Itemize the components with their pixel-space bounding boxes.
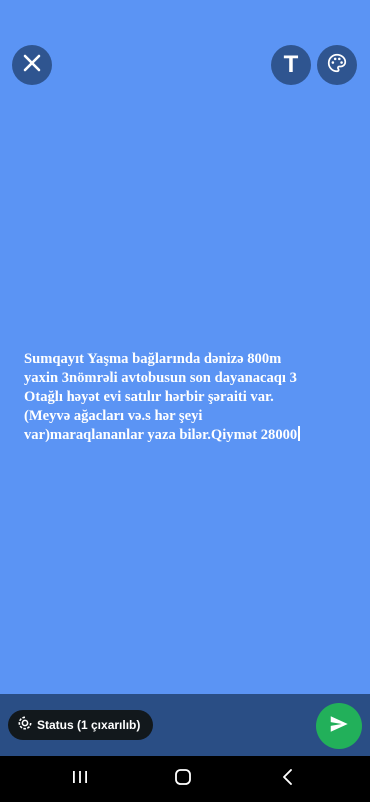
recents-button[interactable]: [68, 767, 92, 791]
home-icon: [174, 768, 192, 791]
status-canvas[interactable]: T Sumqayıt Yaşma bağlarında dənizə 800m …: [0, 0, 370, 694]
color-palette-button[interactable]: [317, 45, 357, 85]
status-privacy-label: Status (1 çıxarılıb): [37, 718, 141, 732]
status-privacy-button[interactable]: Status (1 çıxarılıb): [8, 710, 153, 740]
bottom-bar: Status (1 çıxarılıb): [0, 694, 370, 756]
send-button[interactable]: [316, 703, 362, 749]
system-navigation-bar: [0, 756, 370, 802]
back-button[interactable]: [276, 767, 300, 791]
status-text-content: Sumqayıt Yaşma bağlarında dənizə 800m ya…: [24, 351, 298, 443]
close-button[interactable]: [12, 45, 52, 85]
palette-icon: [326, 52, 348, 79]
send-icon: [328, 713, 350, 740]
home-button[interactable]: [171, 767, 195, 791]
status-text-input[interactable]: Sumqayıt Yaşma bağlarında dənizə 800m ya…: [24, 350, 354, 445]
close-icon: [23, 54, 41, 77]
back-icon: [281, 768, 295, 791]
recents-icon: [71, 769, 89, 790]
text-icon: T: [283, 51, 299, 78]
status-privacy-icon: [18, 716, 32, 735]
text-style-button[interactable]: T: [271, 45, 311, 85]
text-caret: [298, 426, 301, 441]
